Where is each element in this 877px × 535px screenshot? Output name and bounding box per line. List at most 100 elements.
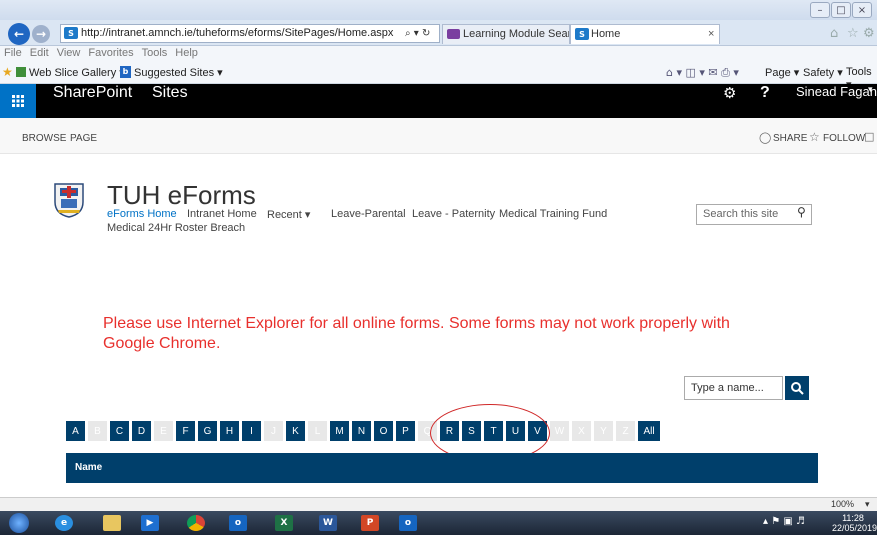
alpha-filter-o[interactable]: O [374,421,393,441]
share-button[interactable]: SHARE [773,133,807,144]
start-button[interactable] [4,512,34,534]
alpha-filter-i[interactable]: I [242,421,261,441]
tab-label: Home [591,28,621,40]
alpha-filter-p[interactable]: P [396,421,415,441]
taskbar-powerpoint[interactable]: P [350,512,390,534]
folder-icon [103,515,121,531]
menu-tools[interactable]: Tools [138,46,172,59]
menu-view[interactable]: View [53,46,85,59]
alpha-filter-f[interactable]: F [176,421,195,441]
zoom-level[interactable]: 100% [831,499,854,509]
powerpoint-icon: P [361,515,379,531]
taskbar-explorer[interactable] [92,512,132,534]
taskbar-media[interactable]: ▶ [130,512,170,534]
alpha-filter-m[interactable]: M [330,421,349,441]
menu-favorites[interactable]: Favorites [84,46,137,59]
menu-file[interactable]: File [0,46,26,59]
nav-leave-parental[interactable]: Leave-Parental [331,208,406,220]
page-menu[interactable]: Page ▾ [765,66,799,79]
web-slice-icon [16,67,26,77]
alpha-filter-c[interactable]: C [110,421,129,441]
minimize-button[interactable]: – [810,2,830,18]
alpha-filter-e: E [154,421,173,441]
search-refresh-controls[interactable]: ⌕ ▾ ↻ [405,28,430,39]
clock[interactable]: 11:28 22/05/2019 [832,513,877,533]
favorite-web-slice-gallery[interactable]: Web Slice Gallery ▾ [29,66,125,79]
alpha-filter-x: X [572,421,591,441]
sites-link[interactable]: Sites [152,84,188,118]
settings-gear-icon[interactable]: ⚙ [723,84,736,118]
menu-edit[interactable]: Edit [26,46,53,59]
alpha-filter-g[interactable]: G [198,421,217,441]
favorites-star-icon[interactable]: ★ [2,65,13,79]
taskbar-excel[interactable]: X [264,512,304,534]
menu-help[interactable]: Help [171,46,202,59]
alpha-filter-all[interactable]: All [638,421,660,441]
close-window-button[interactable]: × [852,2,872,18]
bing-icon: b [120,66,131,78]
name-search-placeholder: Type a name... [691,382,764,394]
site-search-input[interactable]: Search this site ⚲ [696,204,812,225]
alpha-filter-y: Y [594,421,613,441]
follow-button[interactable]: FOLLOW [823,133,865,144]
taskbar-chrome[interactable] [176,512,216,534]
settings-gear-icon[interactable]: ⚙ [863,26,875,41]
app-launcher-button[interactable] [0,84,36,118]
back-arrow-icon: ← [13,27,25,41]
site-search-placeholder: Search this site [703,208,779,220]
taskbar-word[interactable]: W [308,512,348,534]
list-header-name[interactable]: Name [66,453,818,483]
ribbon-tab-page[interactable]: PAGE [70,133,97,144]
search-icon[interactable]: ⚲ [797,205,806,219]
address-text: http://intranet.amnch.ie/tuheforms/eform… [81,27,394,39]
help-button[interactable]: ? [760,84,770,118]
favorites-star-icon[interactable]: ☆ [847,26,859,41]
alpha-filter-h[interactable]: H [220,421,239,441]
chrome-icon [187,515,205,531]
netd-favicon-icon [447,29,460,39]
address-bar[interactable]: S http://intranet.amnch.ie/tuheforms/efo… [60,24,440,43]
tab-close-icon[interactable]: × [708,25,714,43]
forward-button[interactable]: → [32,25,50,43]
favorite-suggested-sites[interactable]: Suggested Sites ▾ [134,66,223,79]
nav-leave-paternity[interactable]: Leave - Paternity [412,208,495,220]
command-icons[interactable]: ⌂ ▾ ◫ ▾ ✉ ⎙ ▾ [666,66,739,80]
windows-orb-icon [9,513,29,533]
taskbar-ie[interactable]: e [44,512,84,534]
status-bar: 100% ▾ [0,497,877,511]
user-menu[interactable]: Sinead Fagan [796,84,877,118]
ribbon-tab-browse[interactable]: BROWSE [22,133,66,144]
zoom-chevron-icon[interactable]: ▾ [865,499,870,510]
taskbar-outlook-2[interactable]: o [388,512,428,534]
site-title[interactable]: TUH eForms [107,180,256,211]
name-search-button[interactable] [785,376,809,400]
nav-medical-training-fund[interactable]: Medical Training Fund [499,208,607,220]
forward-arrow-icon: → [35,27,47,41]
safety-menu[interactable]: Safety ▾ [803,66,843,79]
focus-content-icon[interactable]: □ [864,130,874,143]
tab-home[interactable]: S Home × [570,24,720,44]
home-icon[interactable]: ⌂ [830,26,838,41]
maximize-button[interactable]: □ [831,2,851,18]
alpha-filter-d[interactable]: D [132,421,151,441]
waffle-icon [12,95,24,107]
tab-label: Learning Module Search: NetD... [463,28,569,40]
sharepoint-favicon-icon: S [64,27,78,39]
taskbar-outlook[interactable]: o [218,512,258,534]
alpha-filter-l: L [308,421,327,441]
back-button[interactable]: ← [8,23,30,45]
alpha-filter-z: Z [616,421,635,441]
media-player-icon: ▶ [141,515,159,531]
nav-medical-roster-breach[interactable]: Medical 24Hr Roster Breach [107,222,245,234]
tab-learning-module[interactable]: Learning Module Search: NetD... [442,24,570,44]
alpha-filter-k[interactable]: K [286,421,305,441]
sharepoint-brand[interactable]: SharePoint [53,84,132,118]
user-chevron-icon[interactable]: ▾ [868,84,873,118]
alpha-filter-a[interactable]: A [66,421,85,441]
name-search-input[interactable]: Type a name... [684,376,783,400]
alpha-filter-n[interactable]: N [352,421,371,441]
tray-icons[interactable]: ▴ ⚑ ▣ ♬ [763,516,805,527]
nav-recent[interactable]: Recent ▾ [267,208,310,221]
nav-intranet-home[interactable]: Intranet Home [187,208,257,220]
nav-eforms-home[interactable]: eForms Home [107,208,177,220]
